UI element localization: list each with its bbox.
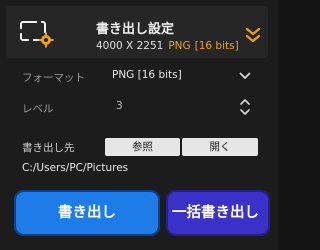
format-select[interactable]: PNG [16 bits] [102,64,260,88]
monitor-gear-icon [20,21,54,48]
destination-path: C:/Users/PC/Pictures [22,162,129,174]
export-settings-title: 書き出し設定 [96,22,175,37]
browse-button[interactable]: 参照 [105,138,180,156]
level-value: 3 [116,100,123,112]
spin-arrows-icon[interactable] [239,97,251,117]
image-format: PNG [168,40,191,52]
double-chevron-down-icon[interactable] [244,26,262,44]
level-stepper[interactable]: 3 [102,95,260,119]
export-settings-panel: 書き出し設定 4000 X 2251 PNG [16 bits] フォーマット PN… [0,0,278,250]
batch-export-button[interactable]: 一括書き出し [166,190,270,236]
open-folder-button[interactable]: 開く [182,138,258,156]
image-info: 4000 X 2251 PNG [16 bits] [96,40,239,52]
chevron-down-icon [239,72,251,79]
export-settings-header: 書き出し設定 4000 X 2251 PNG [16 bits] [6,6,268,58]
format-select-value: PNG [16 bits] [112,69,182,81]
image-bits: [16 bits] [194,40,239,52]
level-label: レベル [22,103,54,115]
image-size: 4000 X 2251 [96,40,164,52]
destination-label: 書き出し先 [22,142,75,154]
export-button[interactable]: 書き出し [14,190,160,236]
format-label: フォーマット [22,72,85,84]
